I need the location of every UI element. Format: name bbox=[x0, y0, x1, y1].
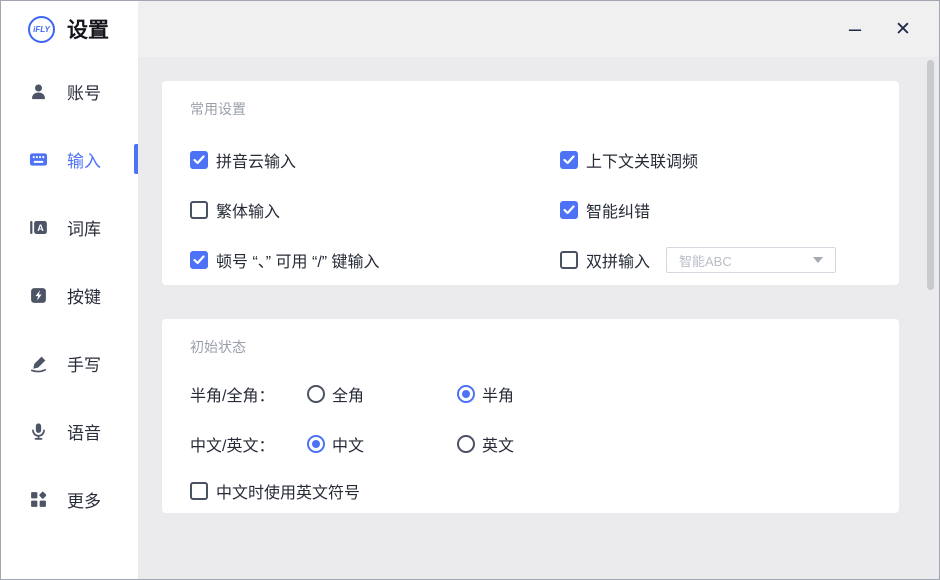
sidebar: iFLY 设置 账号 输入 A bbox=[1, 1, 138, 579]
checkbox-dunhao-slash-key[interactable]: 顿号 “、” 可用 “/” 键输入 bbox=[190, 248, 560, 272]
common-settings-card: 常用设置 拼音云输入 上下文关联调频 bbox=[162, 81, 899, 285]
radio-label: 全角 bbox=[332, 382, 364, 406]
radio-label: 中文 bbox=[332, 432, 364, 456]
sidebar-item-label: 词库 bbox=[67, 215, 101, 240]
checkbox-label: 中文时使用英文符号 bbox=[216, 479, 360, 503]
checkbox-label: 顿号 “、” 可用 “/” 键输入 bbox=[216, 248, 380, 272]
card-title: 初始状态 bbox=[190, 319, 871, 357]
checkbox-box bbox=[560, 201, 578, 219]
main-area: – ✕ 常用设置 拼音云输入 bbox=[138, 1, 939, 579]
checkbox-label: 拼音云输入 bbox=[216, 148, 296, 172]
sidebar-item-input[interactable]: 输入 bbox=[1, 125, 138, 193]
sidebar-item-label: 输入 bbox=[67, 147, 101, 172]
checkbox-box bbox=[190, 251, 208, 269]
sidebar-item-more[interactable]: 更多 bbox=[1, 465, 138, 533]
sidebar-item-label: 手写 bbox=[67, 351, 101, 376]
checkbox-box bbox=[190, 201, 208, 219]
titlebar: – ✕ bbox=[138, 1, 939, 57]
radio-circle bbox=[307, 435, 325, 453]
checkbox-english-symbols-in-chinese[interactable]: 中文时使用英文符号 bbox=[190, 479, 360, 503]
close-button[interactable]: ✕ bbox=[893, 20, 913, 39]
radio-fullwidth[interactable]: 全角 bbox=[307, 382, 457, 406]
checkbox-pinyin-cloud-input[interactable]: 拼音云输入 bbox=[190, 148, 560, 172]
microphone-icon bbox=[29, 422, 48, 441]
scrollbar[interactable] bbox=[927, 59, 935, 579]
sidebar-item-voice[interactable]: 语音 bbox=[1, 397, 138, 465]
dictionary-icon: A bbox=[29, 218, 48, 237]
radio-chinese[interactable]: 中文 bbox=[307, 432, 457, 456]
radio-circle bbox=[457, 435, 475, 453]
settings-row: 顿号 “、” 可用 “/” 键输入 双拼输入 智能ABC bbox=[190, 235, 871, 285]
minimize-button[interactable]: – bbox=[845, 18, 865, 40]
checkbox-smart-correction[interactable]: 智能纠错 bbox=[560, 198, 871, 222]
radio-label: 英文 bbox=[482, 432, 514, 456]
sidebar-item-label: 更多 bbox=[67, 487, 101, 512]
shuangpin-setting: 双拼输入 智能ABC bbox=[560, 247, 871, 273]
radio-label: 半角 bbox=[482, 382, 514, 406]
scrollbar-thumb[interactable] bbox=[927, 60, 934, 290]
sidebar-item-handwriting[interactable]: 手写 bbox=[1, 329, 138, 397]
sidebar-item-label: 账号 bbox=[67, 79, 101, 104]
checkbox-shuangpin-input[interactable]: 双拼输入 bbox=[560, 248, 650, 272]
sidebar-item-label: 按键 bbox=[67, 283, 101, 308]
brand: iFLY 设置 bbox=[1, 1, 138, 57]
chinese-english-row: 中文/英文： 中文 英文 bbox=[190, 419, 871, 469]
handwriting-icon bbox=[29, 354, 48, 373]
checkbox-label: 智能纠错 bbox=[586, 198, 650, 222]
page-title: 设置 bbox=[67, 14, 109, 44]
common-settings-grid: 拼音云输入 上下文关联调频 bbox=[190, 135, 871, 285]
sidebar-item-label: 语音 bbox=[67, 419, 101, 444]
more-grid-icon bbox=[29, 490, 48, 509]
radio-row-label: 半角/全角： bbox=[190, 382, 307, 406]
checkbox-context-frequency[interactable]: 上下文关联调频 bbox=[560, 148, 871, 172]
radio-circle bbox=[457, 385, 475, 403]
card-title: 常用设置 bbox=[190, 81, 871, 119]
key-icon bbox=[29, 286, 48, 305]
checkbox-box bbox=[560, 151, 578, 169]
settings-row: 拼音云输入 上下文关联调频 bbox=[190, 135, 871, 185]
checkbox-box bbox=[560, 251, 578, 269]
chevron-down-icon bbox=[813, 257, 823, 263]
checkbox-label: 繁体输入 bbox=[216, 198, 280, 222]
checkbox-label: 上下文关联调频 bbox=[586, 148, 698, 172]
radio-row-label: 中文/英文： bbox=[190, 432, 307, 456]
dropdown-value: 智能ABC bbox=[679, 251, 732, 270]
shuangpin-scheme-select[interactable]: 智能ABC bbox=[666, 247, 836, 273]
checkbox-box bbox=[190, 482, 208, 500]
radio-halfwidth[interactable]: 半角 bbox=[457, 382, 607, 406]
settings-row: 繁体输入 智能纠错 bbox=[190, 185, 871, 235]
sidebar-nav: 账号 输入 A 词库 按键 bbox=[1, 57, 138, 533]
svg-text:A: A bbox=[37, 222, 44, 232]
initial-state-rows: 半角/全角： 全角 半角 中文/英文： bbox=[190, 369, 871, 513]
sidebar-item-account[interactable]: 账号 bbox=[1, 57, 138, 125]
sidebar-item-dictionary[interactable]: A 词库 bbox=[1, 193, 138, 261]
english-symbols-row: 中文时使用英文符号 bbox=[190, 469, 871, 513]
logo-text: iFLY bbox=[33, 25, 50, 34]
checkbox-label: 双拼输入 bbox=[586, 248, 650, 272]
sidebar-item-keys[interactable]: 按键 bbox=[1, 261, 138, 329]
checkbox-box bbox=[190, 151, 208, 169]
keyboard-icon bbox=[29, 150, 48, 169]
radio-circle bbox=[307, 385, 325, 403]
settings-window: iFLY 设置 账号 输入 A bbox=[0, 0, 940, 580]
checkbox-traditional-input[interactable]: 繁体输入 bbox=[190, 198, 560, 222]
content: 常用设置 拼音云输入 上下文关联调频 bbox=[138, 57, 939, 579]
initial-state-card: 初始状态 半角/全角： 全角 半角 中文/英 bbox=[162, 319, 899, 513]
card-gap bbox=[162, 285, 939, 319]
radio-english[interactable]: 英文 bbox=[457, 432, 607, 456]
user-icon bbox=[29, 82, 48, 101]
ifly-logo-icon: iFLY bbox=[28, 16, 55, 43]
halfwidth-fullwidth-row: 半角/全角： 全角 半角 bbox=[190, 369, 871, 419]
